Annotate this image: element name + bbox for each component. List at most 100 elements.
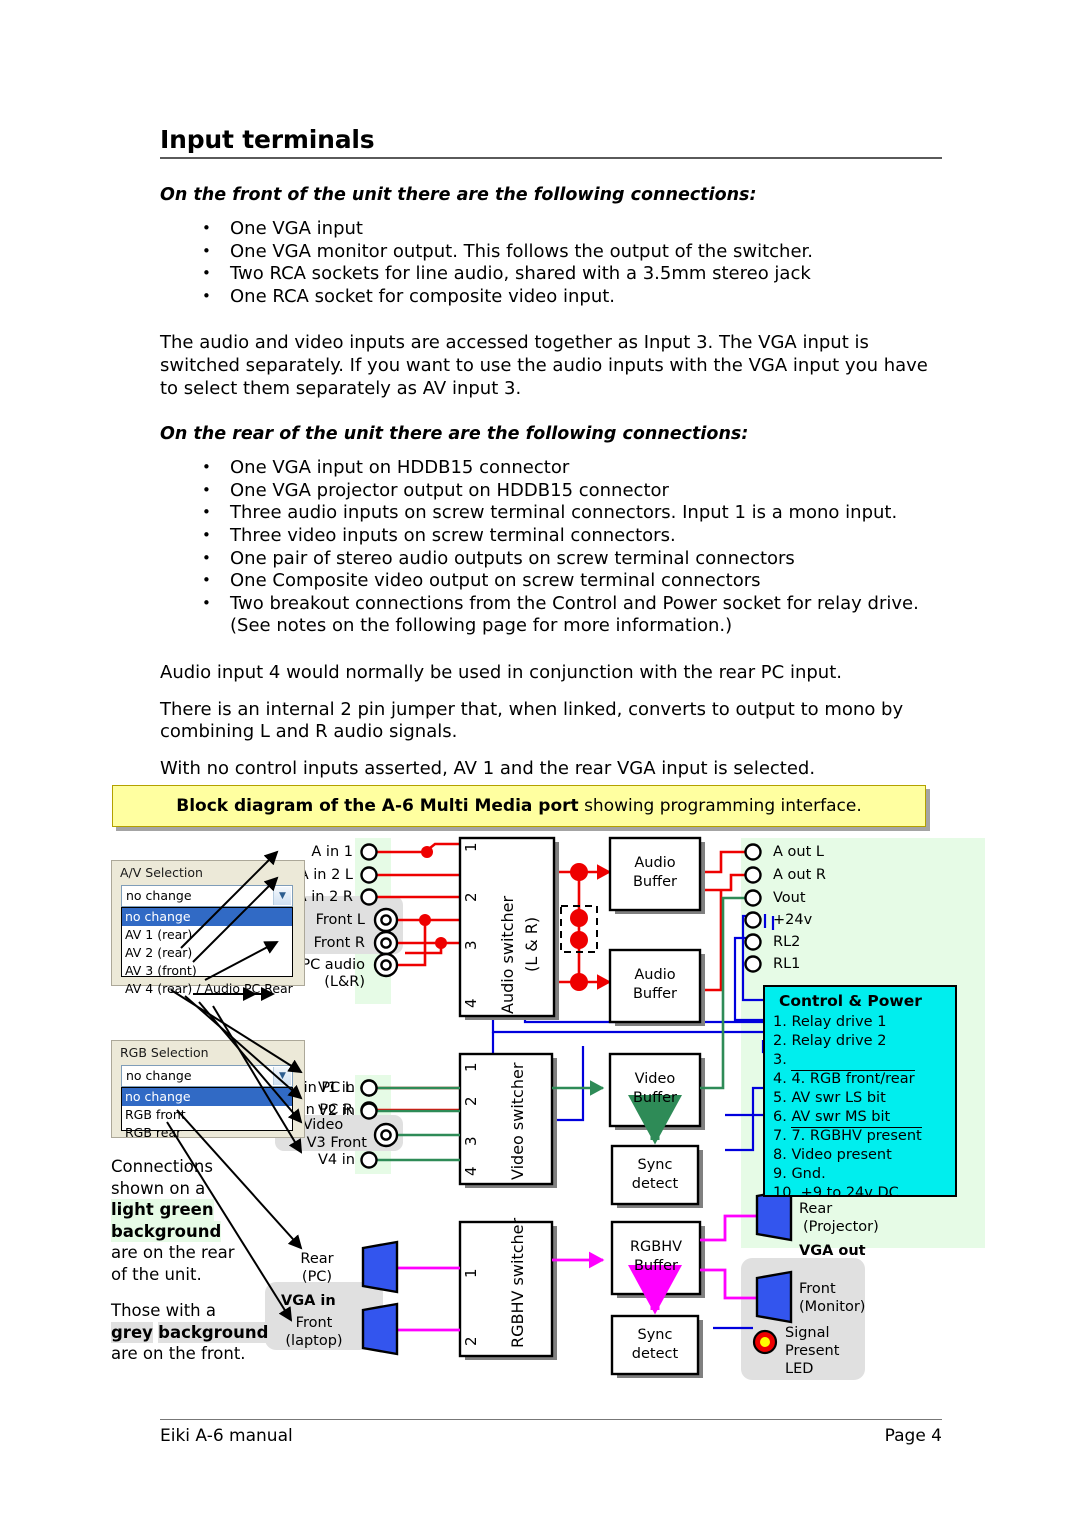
control-power-item: 1. Relay drive 1 (773, 1014, 887, 1030)
legend-grey: Those with a grey background are on the … (111, 1301, 269, 1363)
sync-detect-2-line1: Sync (637, 1327, 673, 1343)
vga-connector-icons (361, 1188, 793, 1356)
vga-out-label: VGA out (799, 1243, 866, 1259)
bullet-icon: • (202, 525, 211, 544)
vga-in-front-line1: Front (295, 1315, 333, 1331)
bullet-icon: • (202, 286, 211, 305)
video-switcher-pin-4: 4 (462, 1166, 480, 1176)
rgbhv-buffer-line2: Buffer (633, 1258, 678, 1274)
output-label-a-out-r: A out R (773, 867, 826, 883)
bullet-icon: • (202, 503, 211, 522)
legend-green: Connections shown on a light green backg… (111, 1157, 235, 1284)
list-item: • Three video inputs on screw terminal co… (202, 524, 676, 546)
audio-switcher-pin-3: 3 (462, 940, 480, 950)
control-power-item: 4. 4. RGB front/rear (773, 1070, 915, 1087)
rgbhv-switcher-pin-1: 1 (462, 1268, 480, 1278)
rgb-selection-combobox[interactable]: no change ▼ (121, 1065, 293, 1087)
av-selection-combobox[interactable]: no change ▼ (121, 885, 293, 907)
video-switcher-pin-2: 2 (462, 1096, 480, 1106)
output-label-rl1: RL1 (773, 956, 801, 972)
sync-detect-2-line2: detect (631, 1346, 679, 1362)
av-selection-panel[interactable]: A/V Selection no change ▼ no change AV 1… (111, 860, 305, 996)
rgb-selection-dropdown-list[interactable]: no change RGB front RGB rear (121, 1087, 293, 1140)
signal-present-led-icon (752, 1329, 778, 1355)
audio-switcher-pin-1: 1 (462, 842, 480, 852)
caption-bold: Block diagram of the A-6 Multi Media por… (176, 796, 579, 816)
av-selection-dropdown-list[interactable]: no change AV 1 (rear) AV 2 (rear) AV 3 (… (121, 907, 293, 996)
vga-out-rear-line1: Rear (799, 1201, 833, 1217)
list-item: • One pair of stereo audio outputs on scr… (202, 547, 795, 569)
paragraph-audio4: Audio input 4 would normally be used in … (160, 661, 842, 683)
list-item: • Three audio inputs on screw terminal co… (202, 502, 898, 524)
list-item: • Two breakout connections from the Contr… (202, 592, 919, 637)
rgb-option[interactable]: RGB rear (122, 1124, 292, 1142)
video-terminal-icons (360, 1079, 378, 1120)
page: Input terminals On the front of the unit… (0, 0, 1080, 1528)
rear-connections-heading: On the rear of the unit there are the fo… (160, 424, 749, 445)
av-option[interactable]: AV 3 (front) (122, 962, 292, 980)
bullet-icon: • (202, 571, 211, 590)
footer-right: Page 4 (884, 1426, 942, 1446)
title-rule (160, 157, 942, 159)
vga-out-front-line2: (Monitor) (799, 1299, 866, 1315)
video-buffer-line1: Video (634, 1071, 676, 1087)
control-power-item: 9. Gnd. (773, 1166, 826, 1182)
list-item: • One RCA socket for composite video inpu… (202, 285, 616, 307)
control-power-box: Control & Power 1. Relay drive 1 2. Rela… (763, 985, 957, 1201)
chevron-down-icon[interactable]: ▼ (273, 1067, 291, 1085)
bullet-icon: • (202, 480, 211, 499)
output-label-24v: +24v (773, 912, 813, 928)
rgb-option[interactable]: RGB front (122, 1106, 292, 1124)
paragraph-input3: The audio and video inputs are accessed … (160, 332, 928, 399)
audio-buffer-2-line2: Buffer (632, 986, 677, 1002)
control-power-item: 3. (773, 1052, 787, 1068)
video-switcher-box: 1 2 3 4 Video switcher (460, 1054, 552, 1184)
list-item: • One VGA monitor output. This follows th… (202, 240, 814, 262)
control-power-title: Control & Power (779, 992, 922, 1010)
video-switcher-pin-1: 1 (462, 1062, 480, 1072)
control-power-item: 8. Video present (773, 1147, 892, 1163)
block-diagram: A in 1 A in 2 L A in 2 R Front L Front R… (105, 830, 985, 1400)
sync-detect-1-line1: Sync (637, 1157, 673, 1173)
paragraph-default: With no control inputs asserted, AV 1 an… (160, 757, 816, 779)
output-label-vout: Vout (773, 890, 806, 906)
av-option[interactable]: AV 2 (rear) (122, 944, 292, 962)
av-option[interactable]: no change (122, 908, 292, 926)
rgb-option[interactable]: no change (122, 1088, 292, 1106)
output-label-rl2: RL2 (773, 934, 801, 950)
document-body: Input terminals On the front of the unit… (160, 125, 942, 794)
control-power-item: 10. +9 to 24v DC (773, 1185, 899, 1201)
front-connections-heading: On the front of the unit there are the f… (160, 185, 757, 205)
bullet-icon: • (202, 264, 211, 283)
output-terminal-icons (744, 843, 762, 973)
led-label-line3: LED (785, 1361, 814, 1377)
audio-switcher-sublabel: (L & R) (522, 916, 541, 972)
paragraph-jumper: There is an internal 2 pin jumper that, … (160, 698, 904, 743)
page-title: Input terminals (160, 125, 375, 154)
rgbhv-switcher-box: 1 2 RGBHV switcher (460, 1218, 552, 1356)
control-power-item: 7. 7. RGBHV present (773, 1127, 922, 1144)
video-switcher-pin-3: 3 (462, 1136, 480, 1146)
sync-detect-1-line2: detect (631, 1176, 679, 1192)
rgbhv-switcher-pin-2: 2 (462, 1336, 480, 1346)
rca-socket-icons (373, 907, 399, 1148)
av-selection-value: no change (126, 888, 192, 903)
rgb-selection-value: no change (126, 1068, 192, 1083)
vga-in-rear-line2: (PC) (301, 1269, 333, 1285)
rgb-selection-panel[interactable]: RGB Selection no change ▼ no change RGB … (111, 1040, 305, 1140)
vga-in-label: VGA in (281, 1293, 336, 1309)
vga-in-rear-line1: Rear (300, 1251, 334, 1267)
bullet-icon: • (202, 548, 211, 567)
video-buffer-line2: Buffer (632, 1090, 677, 1106)
av-option[interactable]: AV 1 (rear) (122, 926, 292, 944)
control-power-list: 1. Relay drive 1 2. Relay drive 2 3. 4. … (773, 1013, 922, 1203)
vga-out-rear-line2: (Projector) (803, 1219, 879, 1235)
vga-out-front-line1: Front (799, 1281, 836, 1297)
footer-rule (160, 1419, 942, 1420)
av-option[interactable]: AV 4 (rear) / Audio PC Rear (122, 980, 293, 998)
bullet-icon: • (202, 219, 211, 237)
rgbhv-switcher-label: RGBHV switcher (508, 1217, 527, 1348)
list-item: • One VGA projector output on HDDB15 conn… (202, 479, 669, 501)
front-connections-list: • One VGA input • One VGA monitor output. … (160, 218, 942, 308)
chevron-down-icon[interactable]: ▼ (273, 887, 291, 905)
